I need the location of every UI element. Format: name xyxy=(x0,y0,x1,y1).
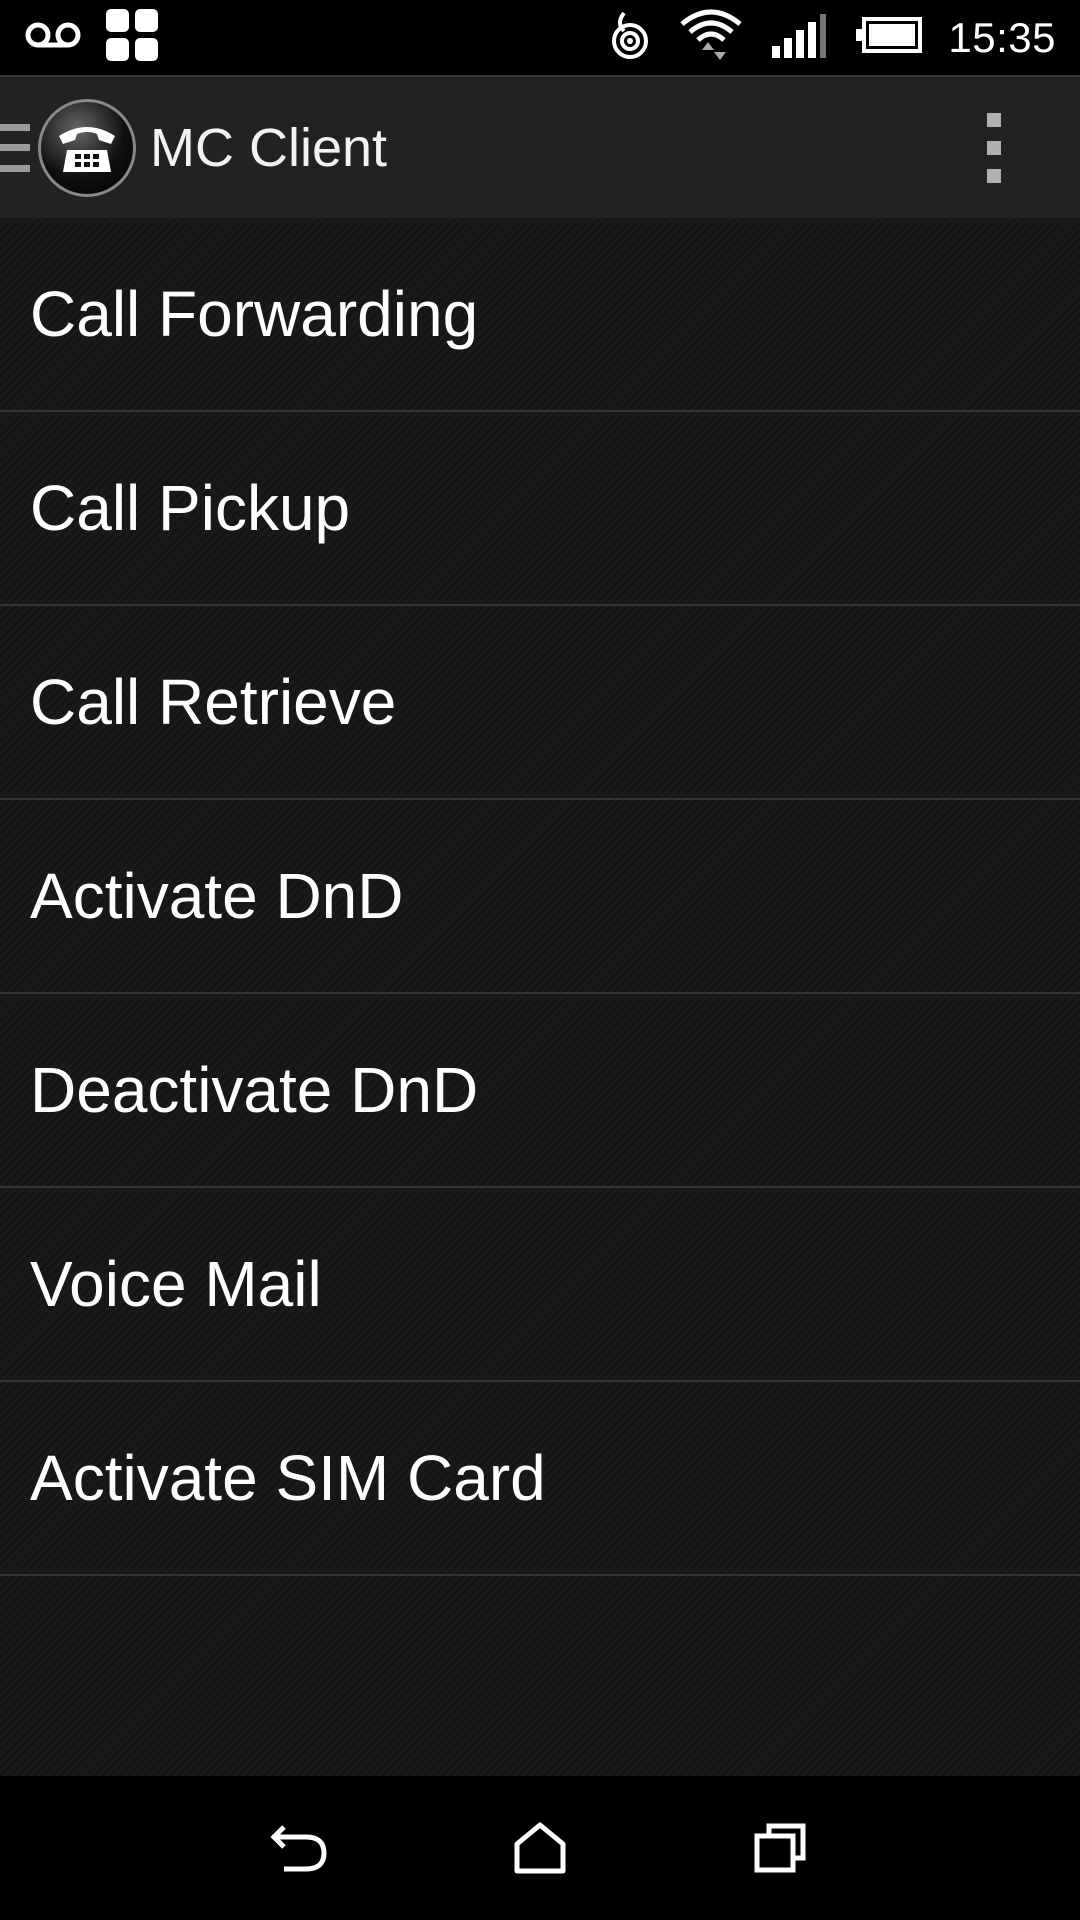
status-left-icons xyxy=(24,7,160,68)
app-title: MC Client xyxy=(150,117,388,178)
voicemail-icon xyxy=(24,20,82,55)
menu-item-activate-dnd[interactable]: Activate DnD xyxy=(0,800,1080,994)
menu-item-call-pickup[interactable]: Call Pickup xyxy=(0,412,1080,606)
battery-icon xyxy=(854,17,923,58)
menu-item-label: Activate SIM Card xyxy=(30,1442,546,1514)
menu-item-label: Call Retrieve xyxy=(30,666,397,738)
home-icon[interactable] xyxy=(500,1808,580,1888)
sync-icon xyxy=(608,9,652,66)
menu-item-voice-mail[interactable]: Voice Mail xyxy=(0,1188,1080,1382)
menu-item-label: Deactivate DnD xyxy=(30,1054,479,1126)
menu-item-activate-sim-card[interactable]: Activate SIM Card xyxy=(0,1382,1080,1576)
back-icon[interactable] xyxy=(260,1808,340,1888)
status-bar: 15:35 xyxy=(0,0,1080,75)
drawer-icon[interactable] xyxy=(0,123,30,172)
menu-item-label: Call Forwarding xyxy=(30,278,479,350)
overflow-menu-icon[interactable] xyxy=(974,112,1014,183)
navigation-bar xyxy=(0,1776,1080,1920)
signal-icon xyxy=(770,12,828,63)
status-right-icons: 15:35 xyxy=(608,6,1056,69)
app-bar: MC Client xyxy=(0,75,1080,218)
menu-item-call-retrieve[interactable]: Call Retrieve xyxy=(0,606,1080,800)
menu-item-call-forwarding[interactable]: Call Forwarding xyxy=(0,218,1080,412)
recents-icon[interactable] xyxy=(740,1808,820,1888)
menu-item-label: Voice Mail xyxy=(30,1248,322,1320)
menu-list: Call Forwarding Call Pickup Call Retriev… xyxy=(0,218,1080,1776)
menu-item-label: Activate DnD xyxy=(30,860,404,932)
wifi-icon xyxy=(678,6,744,69)
menu-item-deactivate-dnd[interactable]: Deactivate DnD xyxy=(0,994,1080,1188)
status-time: 15:35 xyxy=(948,13,1056,61)
app-logo-phone-icon[interactable] xyxy=(38,98,136,197)
menu-item-label: Call Pickup xyxy=(30,472,351,544)
apps-grid-icon xyxy=(104,7,160,68)
